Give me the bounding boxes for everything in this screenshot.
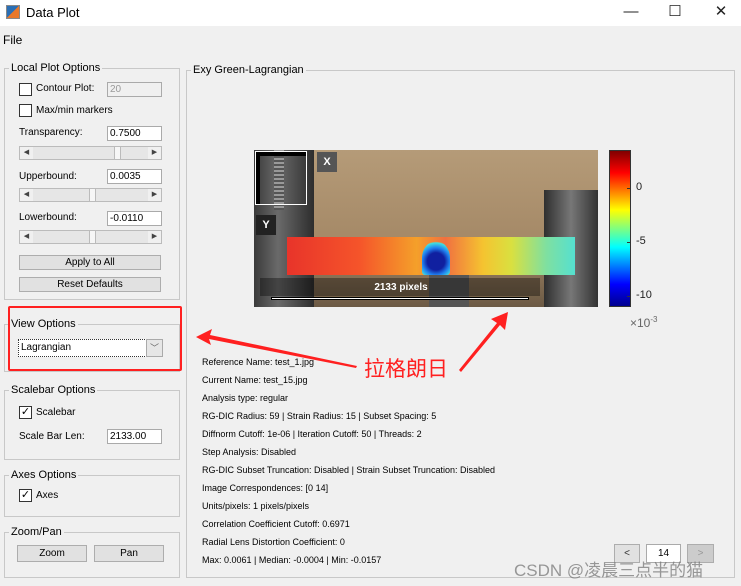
arrow-left: [196, 329, 357, 368]
annotation-arrows: [196, 312, 508, 372]
arrow-right: [459, 312, 508, 372]
watermark: CSDN @凌晨三点半的猫: [514, 561, 704, 580]
annotation-text: 拉格朗日: [364, 358, 448, 381]
